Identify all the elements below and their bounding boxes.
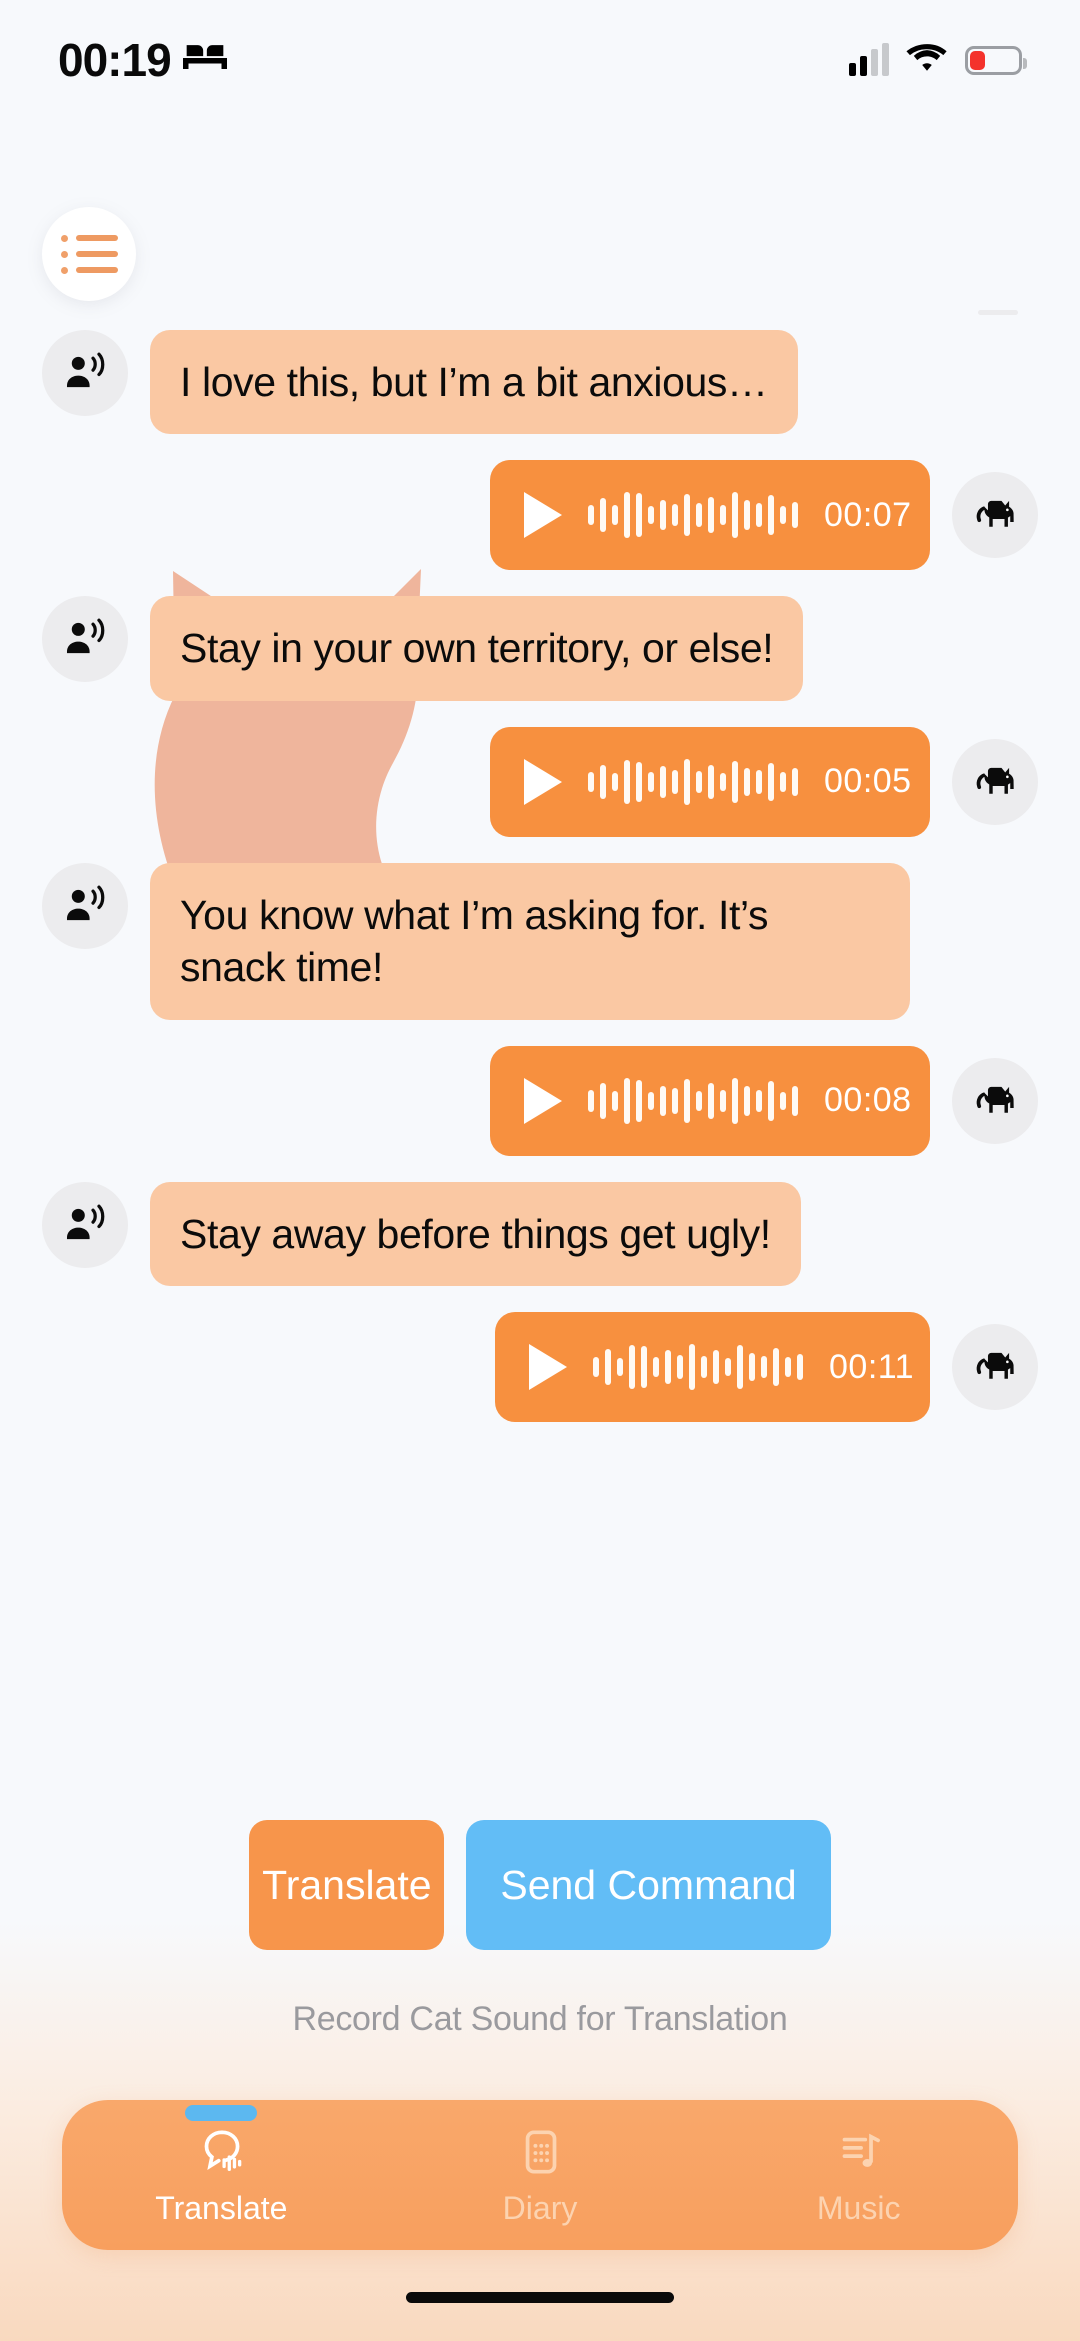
audio-waveform-icon	[588, 1073, 798, 1129]
cat-icon	[976, 767, 1014, 794]
audio-player[interactable]: 00:08	[490, 1045, 930, 1156]
avatar	[42, 330, 128, 416]
message-row-text: You know what I’m asking for. It’s snack…	[42, 862, 1038, 1020]
message-row-text: I love this, but I’m a bit anxious…	[42, 330, 1038, 435]
audio-duration: 00:07	[824, 495, 912, 534]
cat-avatar	[952, 1057, 1038, 1144]
diary-grid-icon	[511, 2123, 569, 2186]
tab-label: Translate	[155, 2190, 288, 2226]
play-icon[interactable]	[524, 758, 562, 805]
cellular-signal-icon	[849, 43, 889, 76]
person-speaking-icon	[66, 1204, 105, 1240]
audio-duration: 00:11	[829, 1347, 915, 1386]
message-row-audio: 00:07	[42, 460, 1038, 571]
status-time: 00:19	[58, 34, 172, 86]
wifi-icon	[905, 41, 949, 79]
cat-avatar	[952, 1324, 1038, 1411]
music-note-icon	[830, 2123, 888, 2186]
home-indicator[interactable]	[406, 2292, 674, 2303]
action-buttons: Translate Send Command	[0, 1820, 1080, 1950]
scroll-indicator	[978, 310, 1018, 315]
audio-duration: 00:08	[824, 1081, 912, 1120]
person-speaking-icon	[66, 619, 105, 654]
battery-low-icon	[965, 45, 1027, 75]
cat-avatar	[952, 472, 1038, 559]
message-row-audio: 00:08	[42, 1045, 1038, 1156]
play-icon[interactable]	[529, 1344, 567, 1391]
message-row-text: Stay in your own territory, or else!	[42, 596, 1038, 701]
message-text[interactable]: You know what I’m asking for. It’s snack…	[150, 862, 910, 1020]
message-text[interactable]: Stay in your own territory, or else!	[150, 596, 804, 701]
bed-icon	[182, 41, 227, 80]
avatar	[42, 596, 128, 683]
active-tab-indicator	[185, 2105, 258, 2121]
audio-waveform-icon	[593, 1339, 803, 1395]
avatar	[42, 862, 128, 949]
person-speaking-icon	[66, 352, 105, 388]
tab-bar: Translate Diary Music	[62, 2100, 1018, 2250]
list-bullets-icon	[60, 234, 118, 274]
message-row-text: Stay away before things get ugly!	[42, 1181, 1038, 1287]
cat-avatar	[952, 738, 1038, 825]
message-row-audio: 00:11	[42, 1312, 1038, 1423]
person-speaking-icon	[66, 885, 105, 921]
audio-player[interactable]: 00:05	[490, 726, 930, 837]
tab-diary[interactable]: Diary	[381, 2123, 700, 2227]
tab-label: Music	[816, 2190, 901, 2226]
play-icon[interactable]	[524, 492, 562, 539]
speech-bubble-waveform-icon	[192, 2123, 250, 2186]
send-command-button[interactable]: Send Command	[466, 1820, 831, 1950]
status-bar-right	[849, 41, 1027, 79]
message-row-audio: 00:05	[42, 726, 1038, 837]
message-text[interactable]: Stay away before things get ugly!	[150, 1181, 801, 1287]
menu-button[interactable]	[42, 207, 136, 301]
cat-icon	[976, 501, 1014, 528]
cat-icon	[976, 1086, 1014, 1113]
translate-button[interactable]: Translate	[249, 1820, 445, 1950]
audio-player[interactable]: 00:11	[495, 1312, 930, 1423]
battery-fill	[970, 50, 986, 70]
message-text[interactable]: I love this, but I’m a bit anxious…	[150, 330, 798, 435]
audio-waveform-icon	[588, 487, 798, 543]
record-hint: Record Cat Sound for Translation	[292, 2000, 788, 2038]
conversation-list: I love this, but I’m a bit anxious… 00:0…	[0, 330, 1080, 1448]
status-bar: 00:19	[0, 0, 1080, 120]
cat-icon	[976, 1353, 1014, 1380]
status-bar-left: 00:19	[58, 33, 227, 87]
tab-label: Diary	[502, 2190, 578, 2226]
tab-music[interactable]: Music	[699, 2123, 1018, 2227]
avatar	[42, 1181, 128, 1268]
audio-waveform-icon	[588, 754, 798, 810]
play-icon[interactable]	[524, 1077, 562, 1124]
audio-player[interactable]: 00:07	[490, 460, 930, 571]
audio-duration: 00:05	[824, 762, 912, 801]
tab-translate[interactable]: Translate	[62, 2105, 381, 2227]
